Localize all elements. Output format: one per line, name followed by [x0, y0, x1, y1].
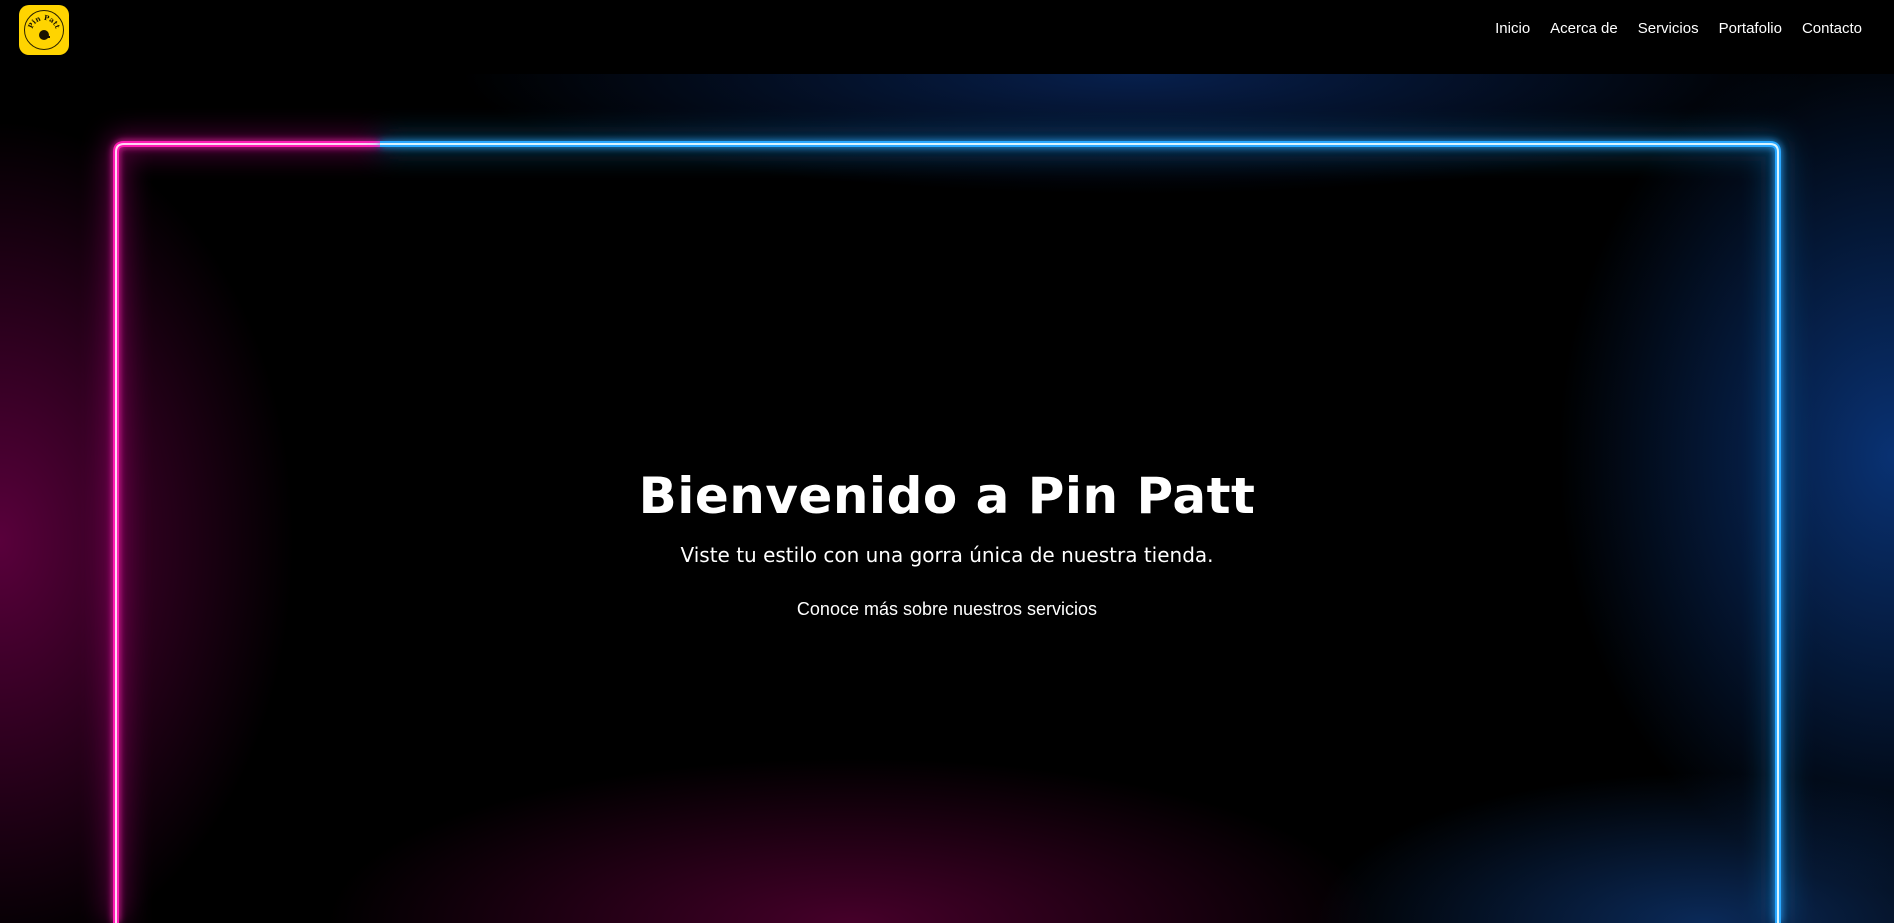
neon-top-edge	[380, 141, 1781, 923]
nav-item-portafolio[interactable]: Portafolio	[1719, 20, 1782, 37]
cap-badge-icon: Pin Patt	[24, 10, 64, 50]
hero-section: Bienvenido a Pin Patt Viste tu estilo co…	[0, 74, 1894, 923]
hero-subtitle: Viste tu estilo con una gorra única de n…	[680, 543, 1214, 567]
main-nav: Inicio Acerca de Servicios Portafolio Co…	[1495, 20, 1862, 37]
logo[interactable]: Pin Patt	[19, 5, 69, 55]
services-link[interactable]: Conoce más sobre nuestros servicios	[0, 599, 1894, 620]
nav-item-servicios[interactable]: Servicios	[1638, 20, 1699, 37]
nav-item-contacto[interactable]: Contacto	[1802, 20, 1862, 37]
site-header: Pin Patt Inicio Acerca de Servicios Port…	[0, 0, 1894, 74]
nav-item-acerca-de[interactable]: Acerca de	[1550, 20, 1618, 37]
nav-item-inicio[interactable]: Inicio	[1495, 20, 1530, 37]
hero-title: Bienvenido a Pin Patt	[638, 467, 1256, 525]
logo-text: Pin Patt	[26, 13, 62, 31]
neon-left-edge	[113, 141, 380, 923]
svg-text:Pin Patt: Pin Patt	[26, 13, 62, 31]
